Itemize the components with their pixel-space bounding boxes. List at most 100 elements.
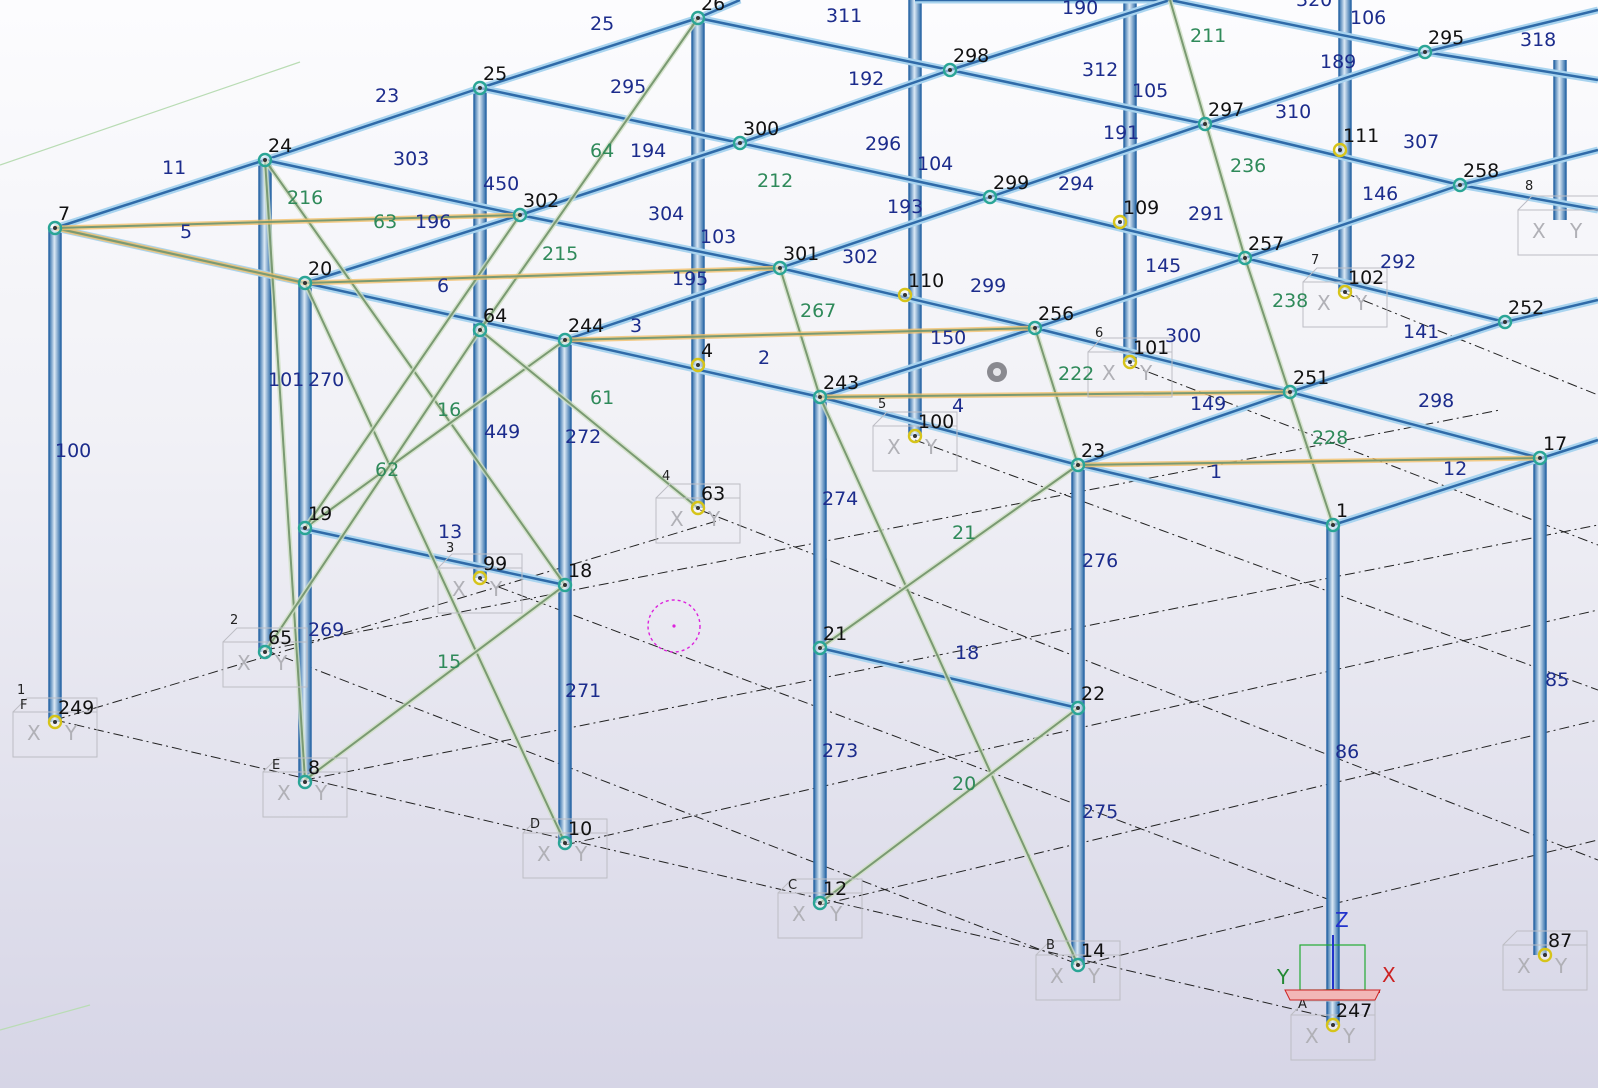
member-label: 270 [308, 369, 344, 391]
rotation-pivot-marker[interactable] [647, 599, 701, 653]
structural-model-view[interactable]: X YX YX YX YX YX YX YX YX YX YX YX YX YX Y 72425262030… [0, 0, 1598, 1088]
grid-label: 2 [230, 613, 238, 628]
member-label: 21 [952, 522, 976, 544]
support-x-label: X [792, 902, 806, 926]
node-label: 295 [1428, 27, 1464, 49]
member-label: 25 [590, 13, 614, 35]
member-label: 312 [1082, 59, 1118, 81]
node-label: 247 [1336, 1000, 1372, 1022]
support-x-label: X [277, 781, 291, 805]
member-label: 4 [952, 395, 964, 417]
member-label: 291 [1188, 203, 1224, 225]
member-label: 189 [1320, 51, 1356, 73]
support-y-label: Y [1554, 954, 1568, 978]
member-label: 311 [826, 5, 862, 27]
node-label: 111 [1343, 125, 1379, 147]
column-member [1534, 458, 1546, 955]
member-label: 195 [672, 268, 708, 290]
member-label: 20 [952, 773, 976, 795]
member-label: 269 [308, 619, 344, 641]
node-label: 243 [823, 372, 859, 394]
support-x-label: X [1102, 361, 1116, 385]
member-label: 100 [55, 440, 91, 462]
member-label: 190 [1062, 0, 1098, 19]
member-label: 23 [375, 85, 399, 107]
node-label: 26 [701, 0, 725, 15]
member-label: 103 [700, 226, 736, 248]
node-label: 23 [1081, 440, 1105, 462]
member-label: 141 [1403, 321, 1439, 343]
member-label: 307 [1403, 131, 1439, 153]
node-label: 100 [918, 411, 954, 433]
node-label: 302 [523, 190, 559, 212]
member-label: 212 [757, 170, 793, 192]
node-label: 24 [268, 135, 292, 157]
support-y-label: Y [924, 435, 938, 459]
node-label: 300 [743, 118, 779, 140]
node-label: 7 [58, 203, 70, 225]
grid-label: 1 [17, 683, 25, 698]
member-label: 15 [437, 651, 461, 673]
node-label: 258 [1463, 160, 1499, 182]
member-label: 150 [930, 327, 966, 349]
node-label: 251 [1293, 367, 1329, 389]
node-label: 298 [953, 45, 989, 67]
node-label: 257 [1248, 233, 1284, 255]
member-label: 62 [375, 459, 399, 481]
member-label: 1 [1210, 461, 1222, 483]
support-y-label: Y [64, 721, 78, 745]
member-label: 6 [437, 275, 449, 297]
support-x-label: X [1532, 219, 1546, 243]
member-label: 236 [1230, 155, 1266, 177]
grid-label: 8 [1525, 179, 1533, 194]
member-label: 63 [373, 211, 397, 233]
grid-label: 7 [1311, 253, 1319, 268]
support-y-label: Y [1354, 291, 1368, 315]
supports: X YX YX YX YX YX YX YX YX YX YX YX YX YX Y [12, 195, 1598, 1061]
model-viewport[interactable]: XYXYXYXYXYXYXYXYXYXYXYXYXYXY 7 24 25 26 20 30… [0, 0, 1598, 1088]
member-label: 292 [1380, 251, 1416, 273]
view-gizmo-icon[interactable] [987, 362, 1007, 382]
node-label: 18 [568, 560, 592, 582]
member-label: 273 [822, 740, 858, 762]
support-x-label: X [237, 651, 251, 675]
node-label: 65 [268, 627, 292, 649]
member-label: 5 [180, 221, 192, 243]
column-member [49, 228, 61, 722]
support-x-label: X [887, 435, 901, 459]
axis-y-label: Y [1276, 965, 1290, 989]
column-member [1124, 0, 1136, 362]
member-label: 275 [1082, 801, 1118, 823]
support-x-label: X [1305, 1024, 1319, 1048]
node-label: 252 [1508, 297, 1544, 319]
node-label: 21 [823, 623, 847, 645]
member-label: 86 [1335, 741, 1359, 763]
member-label: 216 [287, 187, 323, 209]
member-label: 146 [1362, 183, 1398, 205]
member-label: 191 [1103, 122, 1139, 144]
node-label: 8 [308, 757, 320, 779]
member-label: 211 [1190, 25, 1226, 47]
grid-label: 4 [662, 469, 670, 484]
support-y-label: Y [707, 507, 721, 531]
member-label: 12 [1443, 458, 1467, 480]
node-label: 22 [1081, 683, 1105, 705]
grid-label: F [20, 698, 27, 713]
member-label: 267 [800, 300, 836, 322]
member-label: 13 [438, 521, 462, 543]
member-label: 449 [484, 421, 520, 443]
node-label: 299 [993, 172, 1029, 194]
axis-x-label: X [1382, 963, 1396, 987]
node-label: 1 [1336, 500, 1348, 522]
node-label: 63 [701, 483, 725, 505]
member-label: 271 [565, 680, 601, 702]
member-label: 274 [822, 488, 858, 510]
member-label: 272 [565, 426, 601, 448]
member-label: 64 [590, 140, 614, 162]
support-y-label: Y [274, 651, 288, 675]
node-label: 256 [1038, 303, 1074, 325]
member-label: 294 [1058, 173, 1094, 195]
axis-z-label: Z [1335, 908, 1349, 932]
member-label: 196 [415, 211, 451, 233]
grid-label: 5 [878, 397, 886, 412]
